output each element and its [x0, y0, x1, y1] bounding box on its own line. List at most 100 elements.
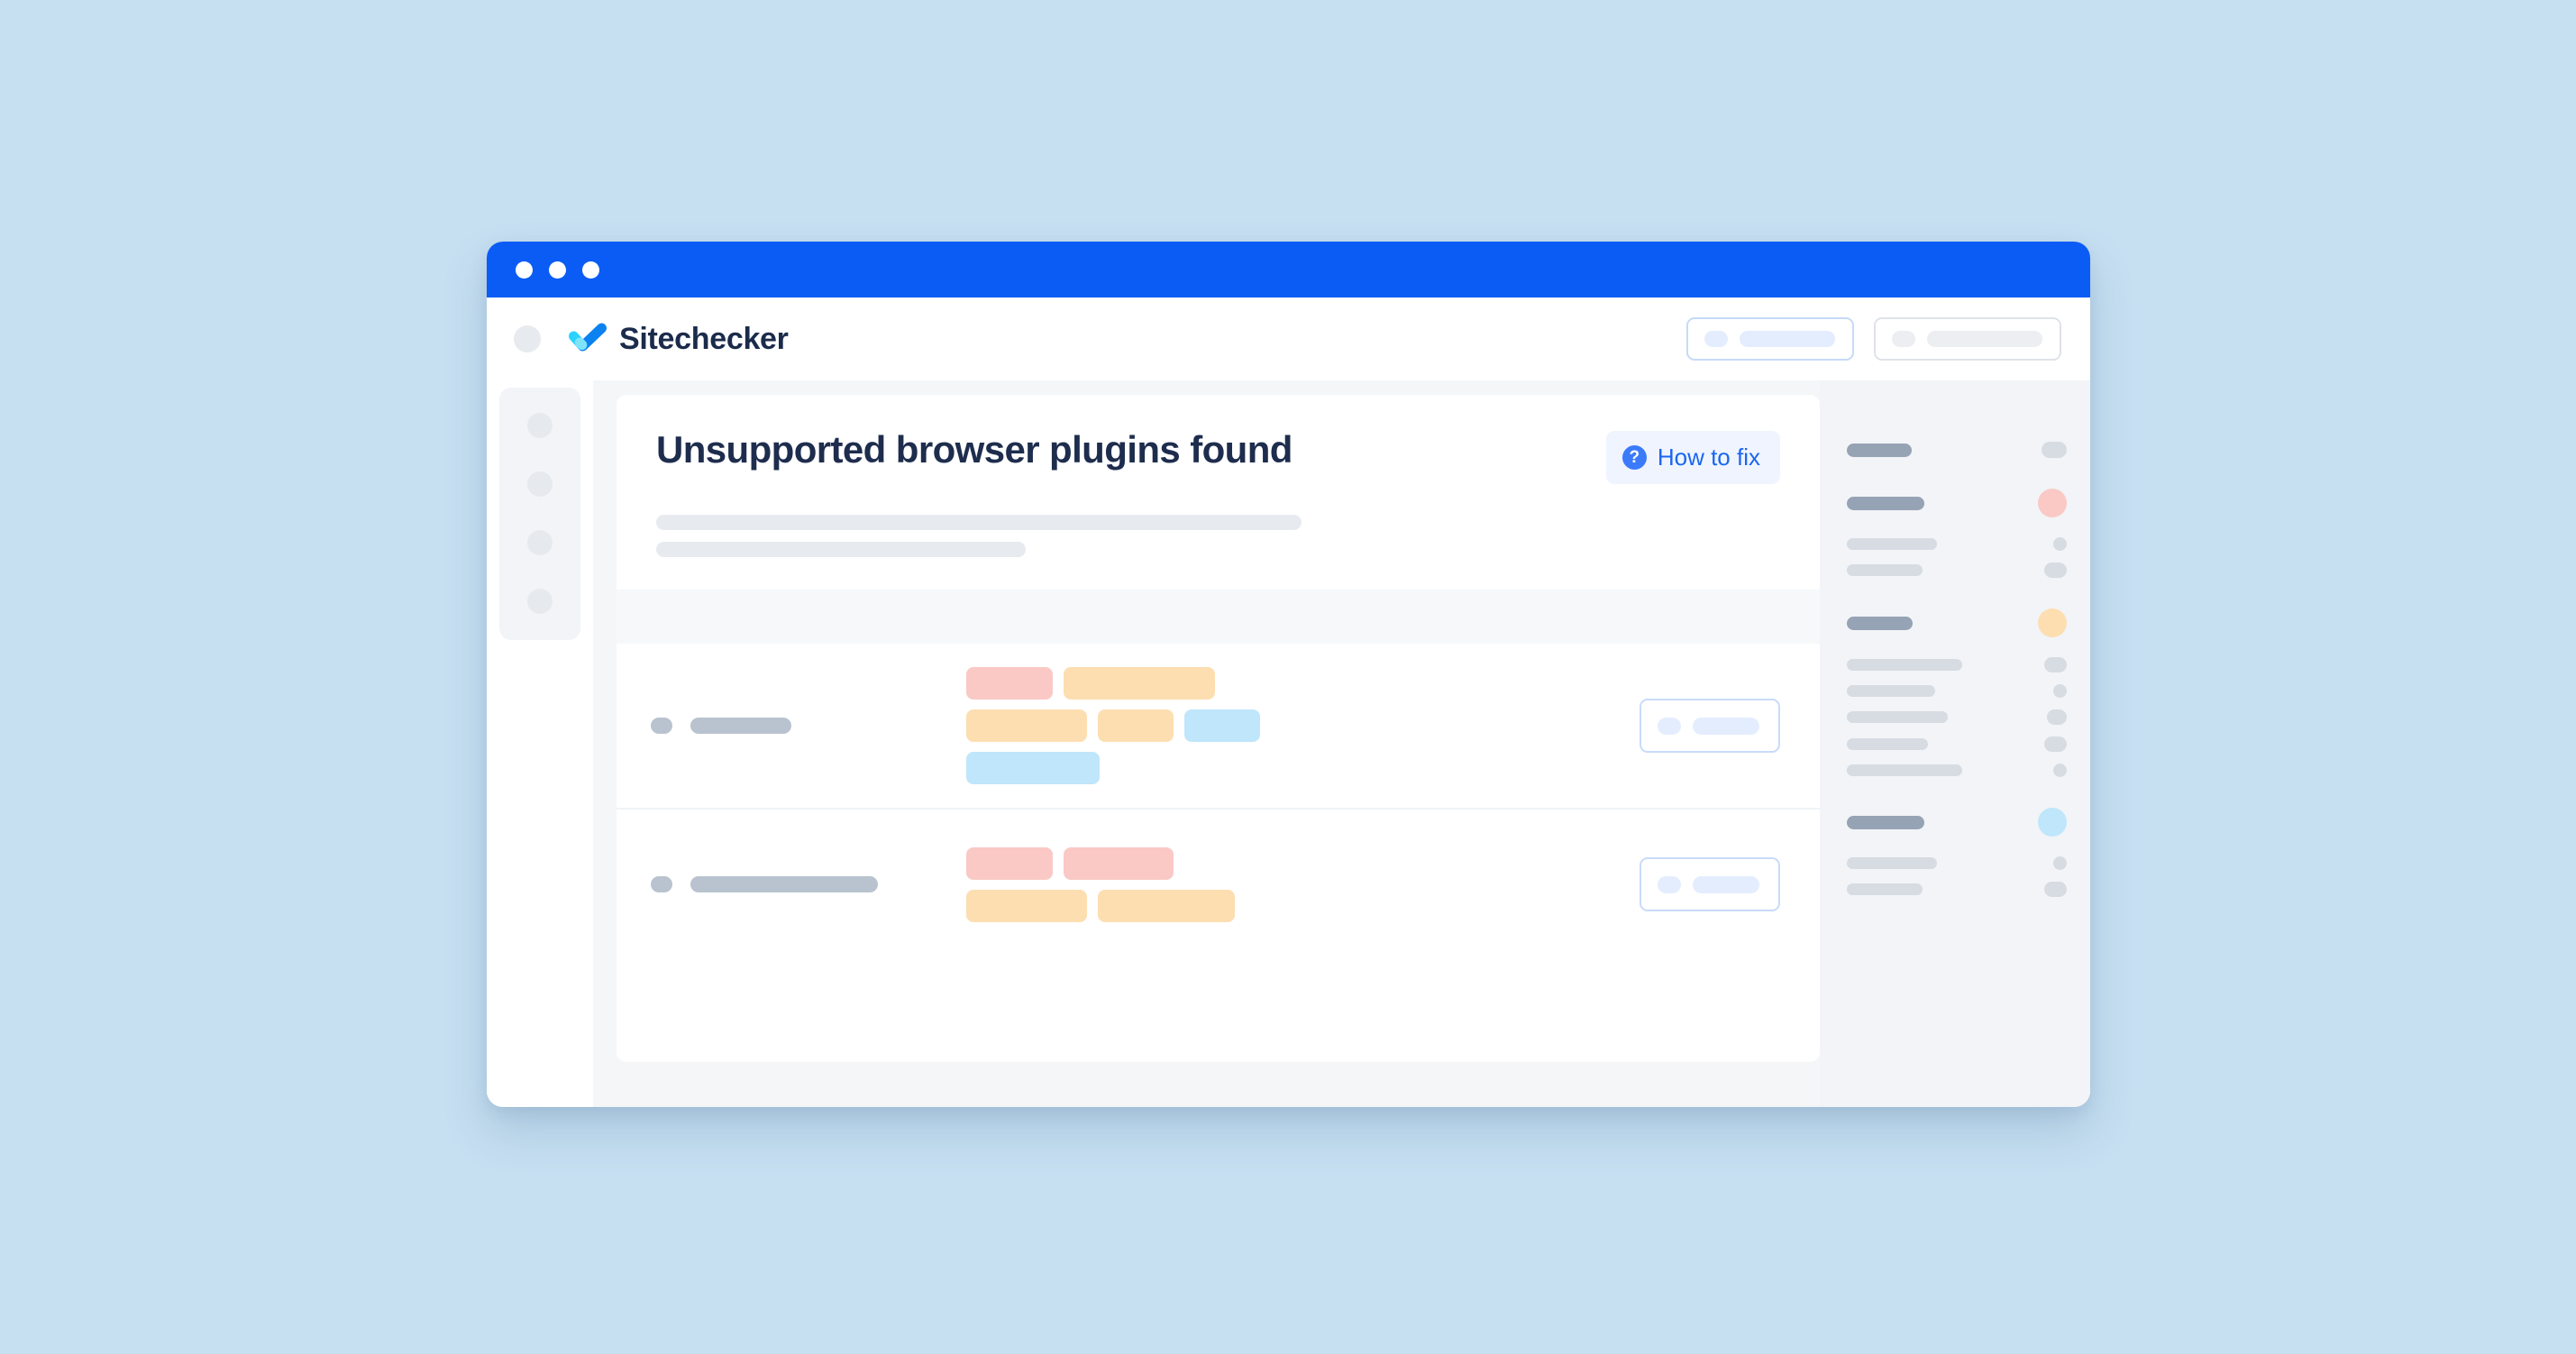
- right-summary-panel: [1820, 380, 2090, 1107]
- summary-list-item[interactable]: [1847, 882, 2067, 897]
- summary-list-item[interactable]: [1847, 764, 2067, 777]
- app-header: Sitechecker: [487, 297, 2090, 380]
- summary-item-count-skeleton: [2044, 657, 2067, 672]
- status-badge: [2038, 489, 2067, 517]
- issue-rows: [617, 644, 1820, 959]
- summary-item-count-skeleton: [2053, 537, 2067, 551]
- summary-item-label-skeleton: [1847, 711, 1948, 723]
- table-row[interactable]: [617, 644, 1820, 808]
- description-line-2: [656, 542, 1026, 557]
- window-dot-minimize[interactable]: [549, 261, 566, 279]
- left-sidebar: [487, 380, 593, 1107]
- summary-list-item[interactable]: [1847, 684, 2067, 698]
- header-button-secondary[interactable]: [1874, 317, 2061, 361]
- header-button-primary-label-skeleton: [1740, 331, 1835, 347]
- row-tag-pink[interactable]: [1064, 846, 1174, 880]
- summary-item-count-skeleton: [2044, 882, 2067, 897]
- sidebar-item-4[interactable]: [527, 589, 553, 614]
- summary-list-item[interactable]: [1847, 563, 2067, 578]
- brand: Sitechecker: [568, 321, 789, 358]
- row-action-button[interactable]: [1640, 857, 1780, 911]
- window-body: Unsupported browser plugins found ? How …: [487, 380, 2090, 1107]
- how-to-fix-label: How to fix: [1657, 444, 1760, 471]
- summary-item-label-skeleton: [1847, 564, 1923, 576]
- menu-circle-icon[interactable]: [514, 325, 541, 352]
- row-tag-blue[interactable]: [966, 752, 1100, 784]
- row-tag-line: [966, 846, 1640, 880]
- sidebar-nav-panel: [499, 388, 580, 640]
- summary-list-item[interactable]: [1847, 709, 2067, 725]
- row-tag-pink[interactable]: [966, 667, 1053, 700]
- browser-window: Sitechecker Unsupported browser plugins …: [487, 242, 2090, 1107]
- table-row[interactable]: [617, 808, 1820, 959]
- row-action-label-skeleton: [1693, 717, 1759, 735]
- summary-item-count-skeleton: [2053, 856, 2067, 870]
- summary-list-item[interactable]: [1847, 657, 2067, 672]
- summary-item-label-skeleton: [1847, 538, 1937, 550]
- summary-list-item[interactable]: [1847, 537, 2067, 551]
- summary-group-header[interactable]: [1847, 442, 2067, 458]
- row-action-icon: [1658, 875, 1681, 893]
- summary-group: [1847, 442, 2067, 458]
- summary-list-item[interactable]: [1847, 736, 2067, 752]
- checkmark-logo-icon: [568, 321, 607, 358]
- summary-group: [1847, 808, 2067, 897]
- card-toolbar-strip: [617, 590, 1820, 644]
- row-tag-line: [966, 752, 1640, 784]
- row-tag-blue[interactable]: [1184, 709, 1260, 742]
- summary-group-header[interactable]: [1847, 808, 2067, 837]
- issue-card-header-top: Unsupported browser plugins found ? How …: [656, 429, 1780, 484]
- row-tag-orange[interactable]: [1064, 667, 1215, 700]
- status-badge: [2038, 608, 2067, 637]
- summary-item-count-skeleton: [2044, 563, 2067, 578]
- summary-item-count-skeleton: [2053, 684, 2067, 698]
- row-tag-pink[interactable]: [966, 846, 1053, 880]
- brand-name: Sitechecker: [619, 321, 789, 356]
- status-badge: [2038, 808, 2067, 837]
- status-badge: [2042, 442, 2067, 458]
- summary-item-count-skeleton: [2047, 709, 2067, 725]
- row-action-button[interactable]: [1640, 699, 1780, 753]
- window-dot-maximize[interactable]: [582, 261, 599, 279]
- main-content: Unsupported browser plugins found ? How …: [593, 380, 1820, 1107]
- row-label: [651, 876, 948, 892]
- sidebar-item-3[interactable]: [527, 530, 553, 555]
- issue-card: Unsupported browser plugins found ? How …: [617, 395, 1820, 1062]
- header-button-primary-icon: [1704, 331, 1728, 347]
- main-area: Unsupported browser plugins found ? How …: [593, 380, 2090, 1107]
- row-tag-orange[interactable]: [1098, 889, 1235, 922]
- row-label-skeleton: [690, 876, 878, 892]
- row-tag-line: [966, 709, 1640, 742]
- summary-group: [1847, 489, 2067, 578]
- row-index-chip: [651, 876, 672, 892]
- window-dot-close[interactable]: [516, 261, 533, 279]
- row-tag-orange[interactable]: [1098, 709, 1174, 742]
- row-tag-orange[interactable]: [966, 889, 1087, 922]
- summary-group-title-skeleton: [1847, 443, 1912, 457]
- summary-group-title-skeleton: [1847, 815, 1924, 829]
- sidebar-item-1[interactable]: [527, 413, 553, 438]
- summary-item-label-skeleton: [1847, 857, 1937, 869]
- how-to-fix-button[interactable]: ? How to fix: [1605, 431, 1780, 484]
- summary-item-label-skeleton: [1847, 659, 1962, 671]
- row-tag-group: [948, 846, 1640, 922]
- header-button-secondary-icon: [1892, 331, 1915, 347]
- summary-list-item[interactable]: [1847, 856, 2067, 870]
- summary-item-label-skeleton: [1847, 685, 1935, 697]
- header-button-secondary-label-skeleton: [1927, 331, 2042, 347]
- summary-group: [1847, 608, 2067, 777]
- sidebar-item-2[interactable]: [527, 471, 553, 497]
- row-label-skeleton: [690, 718, 791, 734]
- description-skeleton: [656, 484, 1780, 557]
- page-title: Unsupported browser plugins found: [656, 428, 1293, 471]
- row-action-icon: [1658, 717, 1681, 735]
- summary-group-header[interactable]: [1847, 489, 2067, 517]
- header-button-primary[interactable]: [1686, 317, 1854, 361]
- row-index-chip: [651, 718, 672, 734]
- summary-group-title-skeleton: [1847, 616, 1913, 630]
- row-tag-orange[interactable]: [966, 709, 1087, 742]
- summary-item-label-skeleton: [1847, 764, 1962, 776]
- summary-item-count-skeleton: [2044, 736, 2067, 752]
- summary-item-label-skeleton: [1847, 883, 1923, 895]
- summary-group-header[interactable]: [1847, 608, 2067, 637]
